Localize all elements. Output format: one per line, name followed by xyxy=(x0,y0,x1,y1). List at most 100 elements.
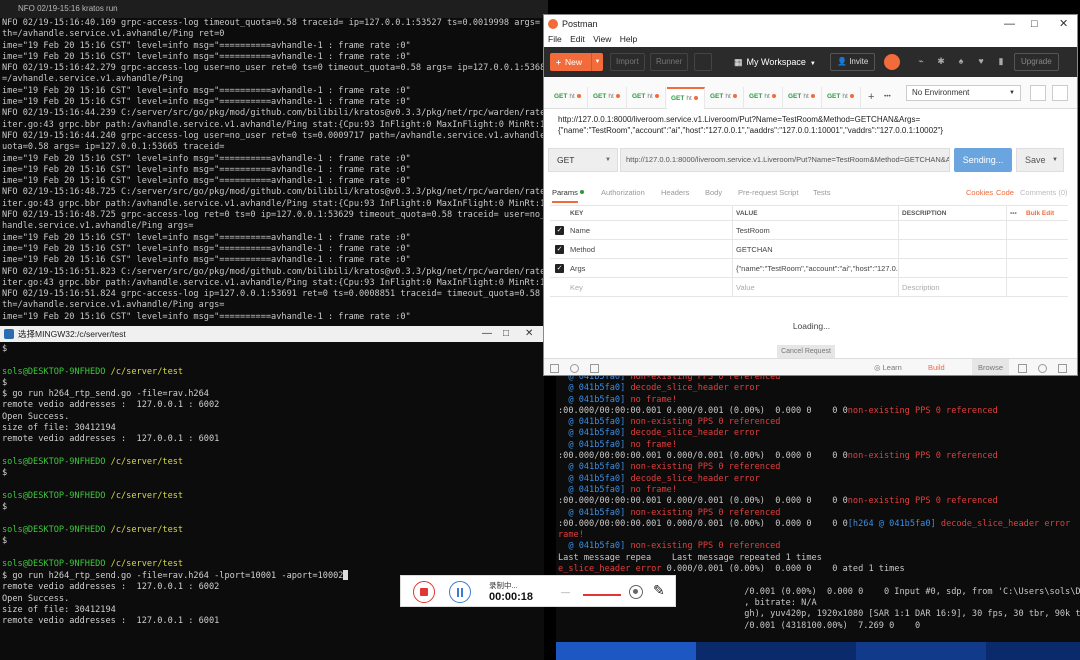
stop-record-button[interactable] xyxy=(413,581,435,603)
sidebar-toggle-icon[interactable] xyxy=(550,364,559,373)
bulk-edit-link[interactable]: Bulk Edit xyxy=(1026,206,1054,222)
url-input[interactable]: http://127.0.0.1:8000/liveroom.service.v… xyxy=(620,148,950,172)
maximize-button[interactable]: □ xyxy=(1031,15,1038,33)
keyboard-icon[interactable] xyxy=(1058,364,1067,373)
layout-icon[interactable] xyxy=(1018,364,1027,373)
close-button[interactable]: ✕ xyxy=(1059,15,1068,33)
maximize-button[interactable]: □ xyxy=(503,326,509,342)
enabled-checkbox[interactable]: ✓ xyxy=(555,264,564,273)
url-bar: GET ▼ http://127.0.0.1:8000/liveroom.serv… xyxy=(548,148,1076,172)
params-table-header: KEY VALUE DESCRIPTION ••• Bulk Edit xyxy=(550,205,1068,221)
request-tab[interactable]: GET ht xyxy=(745,87,783,109)
menu-view[interactable]: View xyxy=(593,34,611,44)
request-tab[interactable]: GET ht xyxy=(784,87,822,109)
mingw-terminal-titlebar[interactable]: 选择MINGW32:/c/server/test — □ ✕ xyxy=(0,326,544,342)
gear-icon[interactable] xyxy=(1052,85,1068,101)
satellite-icon[interactable]: ⌁ xyxy=(916,56,926,66)
request-tab[interactable]: GET ht xyxy=(589,87,627,109)
runner-button[interactable]: Runner xyxy=(650,53,689,71)
menu-file[interactable]: File xyxy=(548,34,562,44)
terminal-line: sols@DESKTOP-9NFHEDO /c/server/test xyxy=(2,525,544,536)
pen-icon[interactable]: ✎ xyxy=(653,582,665,599)
menu-help[interactable]: Help xyxy=(620,34,637,44)
tab-prerequest[interactable]: Pre-request Script xyxy=(738,185,798,201)
code-link[interactable]: Code xyxy=(996,185,1014,201)
method-select[interactable]: GET ▼ xyxy=(548,148,618,172)
taskbar-segment[interactable] xyxy=(556,642,696,660)
comments-link[interactable]: Comments (0) xyxy=(1020,185,1068,201)
kratos-terminal-titlebar[interactable]: NFO 02/19-15:16 kratos run xyxy=(0,0,548,18)
mingw-terminal-output[interactable]: $ sols@DESKTOP-9NFHEDO /c/server/test $ $ g… xyxy=(0,342,544,660)
param-value[interactable]: GETCHAN xyxy=(736,240,898,259)
param-key[interactable]: Args xyxy=(570,259,732,278)
build-button[interactable]: Build xyxy=(928,359,945,375)
console-icon[interactable] xyxy=(590,364,599,373)
send-button[interactable]: Sending... xyxy=(954,148,1012,172)
terminal-text: $ go run h264_rtp_send.go -file=rav.h264… xyxy=(2,570,344,581)
minimize-button[interactable]: — xyxy=(1004,15,1015,33)
new-window-icon[interactable] xyxy=(694,53,712,71)
postman-toolbar: + New ▼ Import Runner ▦ My Workspace ▼ 👤 In… xyxy=(544,47,1077,77)
param-key[interactable]: Name xyxy=(570,221,732,240)
tab-params[interactable]: Params xyxy=(552,185,584,203)
cancel-request-button[interactable]: Cancel Request xyxy=(777,345,835,359)
request-tab[interactable]: GET ht xyxy=(667,87,705,109)
heart-icon[interactable]: ♥ xyxy=(976,56,986,66)
profile-icon[interactable]: ▮ xyxy=(996,56,1006,66)
help-icon[interactable] xyxy=(1038,364,1047,373)
terminal-line: e_slice_header error 0.000/0.001 (0.00%)… xyxy=(558,564,1080,575)
tab-body[interactable]: Body xyxy=(705,185,722,201)
terminal-line: NFO 02/19-15:16:48.725 C:/server/src/go/… xyxy=(2,187,548,198)
tab-label: ht xyxy=(764,93,770,100)
value-header: VALUE xyxy=(736,210,758,217)
postman-window[interactable]: Postman — □ ✕ File Edit View Help + New ▼… xyxy=(543,14,1078,376)
request-tab[interactable]: GET ht xyxy=(550,87,588,109)
more-options-icon[interactable]: ••• xyxy=(1010,206,1017,222)
chevron-down-icon[interactable]: ▼ xyxy=(591,53,603,71)
import-button[interactable]: Import xyxy=(610,53,645,71)
tab-authorization[interactable]: Authorization xyxy=(601,185,645,201)
request-tab[interactable]: GET ht xyxy=(823,87,861,109)
request-tab[interactable]: GET ht xyxy=(628,87,666,109)
environment-selector[interactable]: No Environment ▼ xyxy=(906,85,1021,101)
invite-button[interactable]: 👤 Invite xyxy=(830,53,876,71)
eye-icon[interactable] xyxy=(1030,85,1046,101)
settings-icon[interactable]: ✱ xyxy=(936,56,946,66)
menu-edit[interactable]: Edit xyxy=(570,34,585,44)
more-tabs-button[interactable]: ••• xyxy=(880,87,898,109)
taskbar-segment[interactable] xyxy=(856,642,986,660)
bell-icon[interactable]: ♠ xyxy=(956,56,966,66)
param-key[interactable]: Method xyxy=(570,240,732,259)
save-button[interactable]: Save ▼ xyxy=(1016,148,1064,172)
tab-headers[interactable]: Headers xyxy=(661,185,689,201)
param-value[interactable]: TestRoom xyxy=(736,221,898,240)
param-value[interactable]: {"name":"TestRoom","account":"ai","host"… xyxy=(736,259,898,278)
new-button[interactable]: + New ▼ xyxy=(550,53,603,71)
sync-icon[interactable] xyxy=(884,54,900,70)
postman-titlebar[interactable]: Postman — □ ✕ xyxy=(544,15,1077,33)
terminal-text: @ 041b5fa0] xyxy=(558,507,631,518)
key-input[interactable]: Key xyxy=(570,278,732,297)
minimize-button[interactable]: — xyxy=(482,326,492,342)
enabled-checkbox[interactable]: ✓ xyxy=(555,226,564,235)
terminal-line: size of file: 30412194 xyxy=(2,423,544,434)
tab-tests[interactable]: Tests xyxy=(813,185,831,201)
request-tab[interactable]: GET ht xyxy=(706,87,744,109)
kratos-terminal-window[interactable]: NFO 02/19-15:16 kratos run NFO 02/19-15:… xyxy=(0,0,548,326)
tab-label: ht xyxy=(608,93,614,100)
workspace-selector[interactable]: ▦ My Workspace ▼ xyxy=(734,53,816,71)
mingw-terminal-window[interactable]: 选择MINGW32:/c/server/test — □ ✕ $ sols@DES… xyxy=(0,326,544,660)
description-input[interactable]: Description xyxy=(902,278,1002,297)
value-input[interactable]: Value xyxy=(736,278,898,297)
tab-label: ht xyxy=(569,93,575,100)
browse-button[interactable]: Browse xyxy=(972,359,1010,375)
enabled-checkbox[interactable]: ✓ xyxy=(555,245,564,254)
close-button[interactable]: ✕ xyxy=(525,326,533,342)
pause-record-button[interactable] xyxy=(449,581,471,603)
microphone-icon[interactable] xyxy=(629,585,643,599)
upgrade-button[interactable]: Upgrade xyxy=(1014,53,1059,71)
cookies-link[interactable]: Cookies xyxy=(966,185,993,201)
search-icon[interactable] xyxy=(570,364,579,373)
learn-button[interactable]: ◎ Learn xyxy=(874,359,902,375)
terminal-text: decode_slice_header error xyxy=(630,428,760,439)
